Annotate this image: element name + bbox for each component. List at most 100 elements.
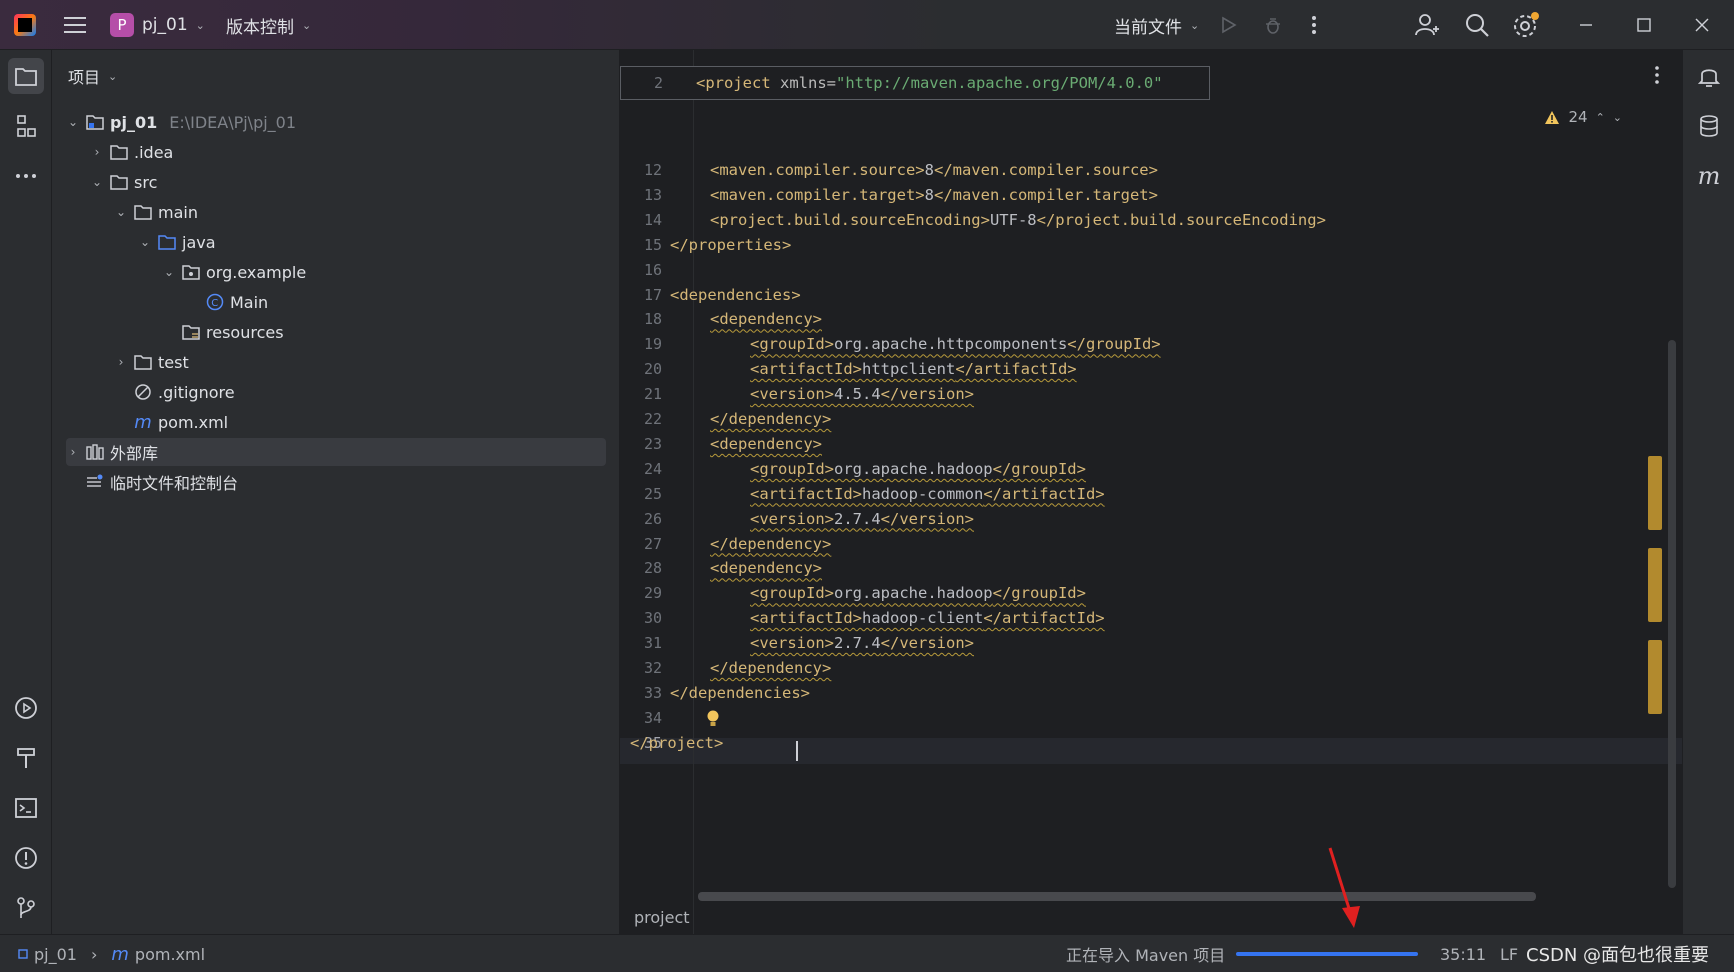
line-number[interactable]: 21 [620, 384, 662, 404]
code-line[interactable]: </dependency> [710, 658, 831, 678]
code-line[interactable]: </dependency> [710, 409, 831, 429]
breadcrumb-project[interactable]: pj_01 [34, 945, 77, 964]
line-number[interactable]: 24 [620, 459, 662, 479]
tree-item-main[interactable]: ⌄ main [114, 198, 198, 226]
intention-bulb[interactable] [706, 710, 720, 732]
code-line[interactable]: <project.build.sourceEncoding>UTF-8</pro… [710, 210, 1326, 230]
maven-tool-button[interactable]: m [1691, 158, 1727, 194]
chevron-up-icon[interactable]: ⌃ [1596, 111, 1605, 124]
code-line[interactable]: <dependency> [710, 309, 822, 329]
run-button[interactable] [1218, 0, 1238, 50]
line-number[interactable]: 27 [620, 534, 662, 554]
structure-tool-button[interactable] [8, 108, 44, 144]
vertical-scrollbar[interactable] [1668, 340, 1676, 888]
editor-pane[interactable]: 2 <project xmlns="http://maven.apache.or… [620, 50, 1682, 934]
code-line[interactable]: <groupId>org.apache.hadoop</groupId> [750, 459, 1086, 479]
code-line[interactable]: <version>4.5.4</version> [750, 384, 974, 404]
settings-button[interactable] [1512, 0, 1540, 50]
line-number[interactable]: 16 [620, 260, 662, 280]
database-tool-button[interactable] [1691, 108, 1727, 144]
line-number[interactable]: 20 [620, 359, 662, 379]
code-line[interactable]: <artifactId>hadoop-client</artifactId> [750, 608, 1105, 628]
line-number[interactable]: 25 [620, 484, 662, 504]
code-line[interactable]: </project> [630, 733, 723, 753]
minimize-button[interactable] [1578, 0, 1594, 50]
chevron-down-icon[interactable]: ⌄ [162, 265, 176, 279]
code-line[interactable]: <groupId>org.apache.httpcomponents</grou… [750, 334, 1161, 354]
line-number[interactable]: 34 [620, 708, 662, 728]
main-menu-button[interactable] [62, 0, 88, 50]
more-tools-button[interactable] [8, 158, 44, 194]
tree-item-scratches[interactable]: 临时文件和控制台 [66, 468, 238, 496]
line-number[interactable]: 30 [620, 608, 662, 628]
chevron-down-icon[interactable]: ⌄ [90, 175, 104, 189]
chevron-down-icon[interactable]: ⌄ [138, 235, 152, 249]
code-line[interactable]: <artifactId>httpclient</artifactId> [750, 359, 1077, 379]
line-number[interactable]: 28 [620, 558, 662, 578]
line-number[interactable]: 18 [620, 309, 662, 329]
editor-options-button[interactable] [1654, 66, 1660, 88]
code-line[interactable]: <version>2.7.4</version> [750, 509, 974, 529]
git-tool-button[interactable] [8, 890, 44, 926]
code-line[interactable]: <maven.compiler.source>8</maven.compiler… [710, 160, 1158, 180]
code-line[interactable]: <dependency> [710, 558, 822, 578]
breadcrumb-file[interactable]: pom.xml [135, 945, 205, 964]
background-task-label[interactable]: 正在导入 Maven 项目 [1066, 935, 1225, 972]
tree-item-idea[interactable]: › .idea [90, 138, 174, 166]
chevron-right-icon[interactable]: › [90, 145, 104, 159]
warning-stripe-marker[interactable] [1648, 456, 1662, 530]
tree-item-java[interactable]: ⌄ java [138, 228, 216, 256]
search-everywhere-button[interactable] [1464, 0, 1490, 50]
notifications-tool-button[interactable] [1691, 58, 1727, 94]
horizontal-scrollbar[interactable] [698, 892, 1536, 901]
tree-item-org-example[interactable]: ⌄ org.example [162, 258, 306, 286]
caret-position[interactable]: 35:11 [1440, 935, 1486, 972]
line-number[interactable]: 13 [620, 185, 662, 205]
code-line[interactable]: <maven.compiler.target>8</maven.compiler… [710, 185, 1158, 205]
warning-stripe-marker[interactable] [1648, 548, 1662, 622]
tree-item-resources[interactable]: resources [162, 318, 284, 346]
line-number[interactable]: 32 [620, 658, 662, 678]
inspection-widget[interactable]: 24 ⌃ ⌄ [1544, 108, 1622, 126]
code-line[interactable]: <version>2.7.4</version> [750, 633, 974, 653]
tree-item-src[interactable]: ⌄ src [90, 168, 157, 196]
tree-item-test[interactable]: › test [114, 348, 189, 376]
chevron-down-icon[interactable]: ⌄ [66, 115, 80, 129]
maximize-button[interactable] [1636, 0, 1652, 50]
code-with-me-button[interactable] [1414, 0, 1440, 50]
warning-stripe-marker[interactable] [1648, 640, 1662, 714]
sticky-line-header[interactable]: 2 <project xmlns="http://maven.apache.or… [620, 66, 1210, 100]
line-number[interactable]: 22 [620, 409, 662, 429]
code-line[interactable]: </properties> [670, 235, 791, 255]
line-number[interactable]: 26 [620, 509, 662, 529]
services-tool-button[interactable] [8, 690, 44, 726]
code-line[interactable]: <dependency> [710, 434, 822, 454]
tree-item-gitignore[interactable]: .gitignore [114, 378, 235, 406]
code-line[interactable]: <groupId>org.apache.hadoop</groupId> [750, 583, 1086, 603]
tree-item-pom-xml[interactable]: m pom.xml [114, 408, 228, 436]
debug-button[interactable] [1262, 0, 1284, 50]
status-breadcrumb[interactable]: pj_01 › m pom.xml [18, 935, 205, 972]
project-view-selector[interactable]: 项目 ⌄ [68, 64, 117, 88]
chevron-down-icon[interactable]: ⌄ [114, 205, 128, 219]
code-line[interactable]: </dependencies> [670, 683, 810, 703]
code-line[interactable]: <dependencies> [670, 285, 801, 305]
tree-item-external-libraries[interactable]: › 外部库 [66, 438, 606, 466]
problems-tool-button[interactable] [8, 840, 44, 876]
more-actions-button[interactable] [1310, 0, 1318, 50]
line-number[interactable]: 23 [620, 434, 662, 454]
chevron-right-icon[interactable]: › [114, 355, 128, 369]
editor-breadcrumb[interactable]: project [634, 908, 690, 927]
line-number[interactable]: 17 [620, 285, 662, 305]
tree-item-pj-01[interactable]: ⌄ pj_01 E:\IDEA\Pj\pj_01 [66, 108, 296, 136]
chevron-down-icon[interactable]: ⌄ [1613, 111, 1622, 124]
line-number[interactable]: 29 [620, 583, 662, 603]
code-line[interactable]: </dependency> [710, 534, 831, 554]
line-separator[interactable]: LF [1500, 935, 1518, 972]
line-number[interactable]: 19 [620, 334, 662, 354]
code-line[interactable]: <artifactId>hadoop-common</artifactId> [750, 484, 1105, 504]
line-number[interactable]: 31 [620, 633, 662, 653]
line-number[interactable]: 33 [620, 683, 662, 703]
project-selector[interactable]: P pj_01 ⌄ [110, 0, 205, 50]
close-button[interactable] [1694, 0, 1710, 50]
